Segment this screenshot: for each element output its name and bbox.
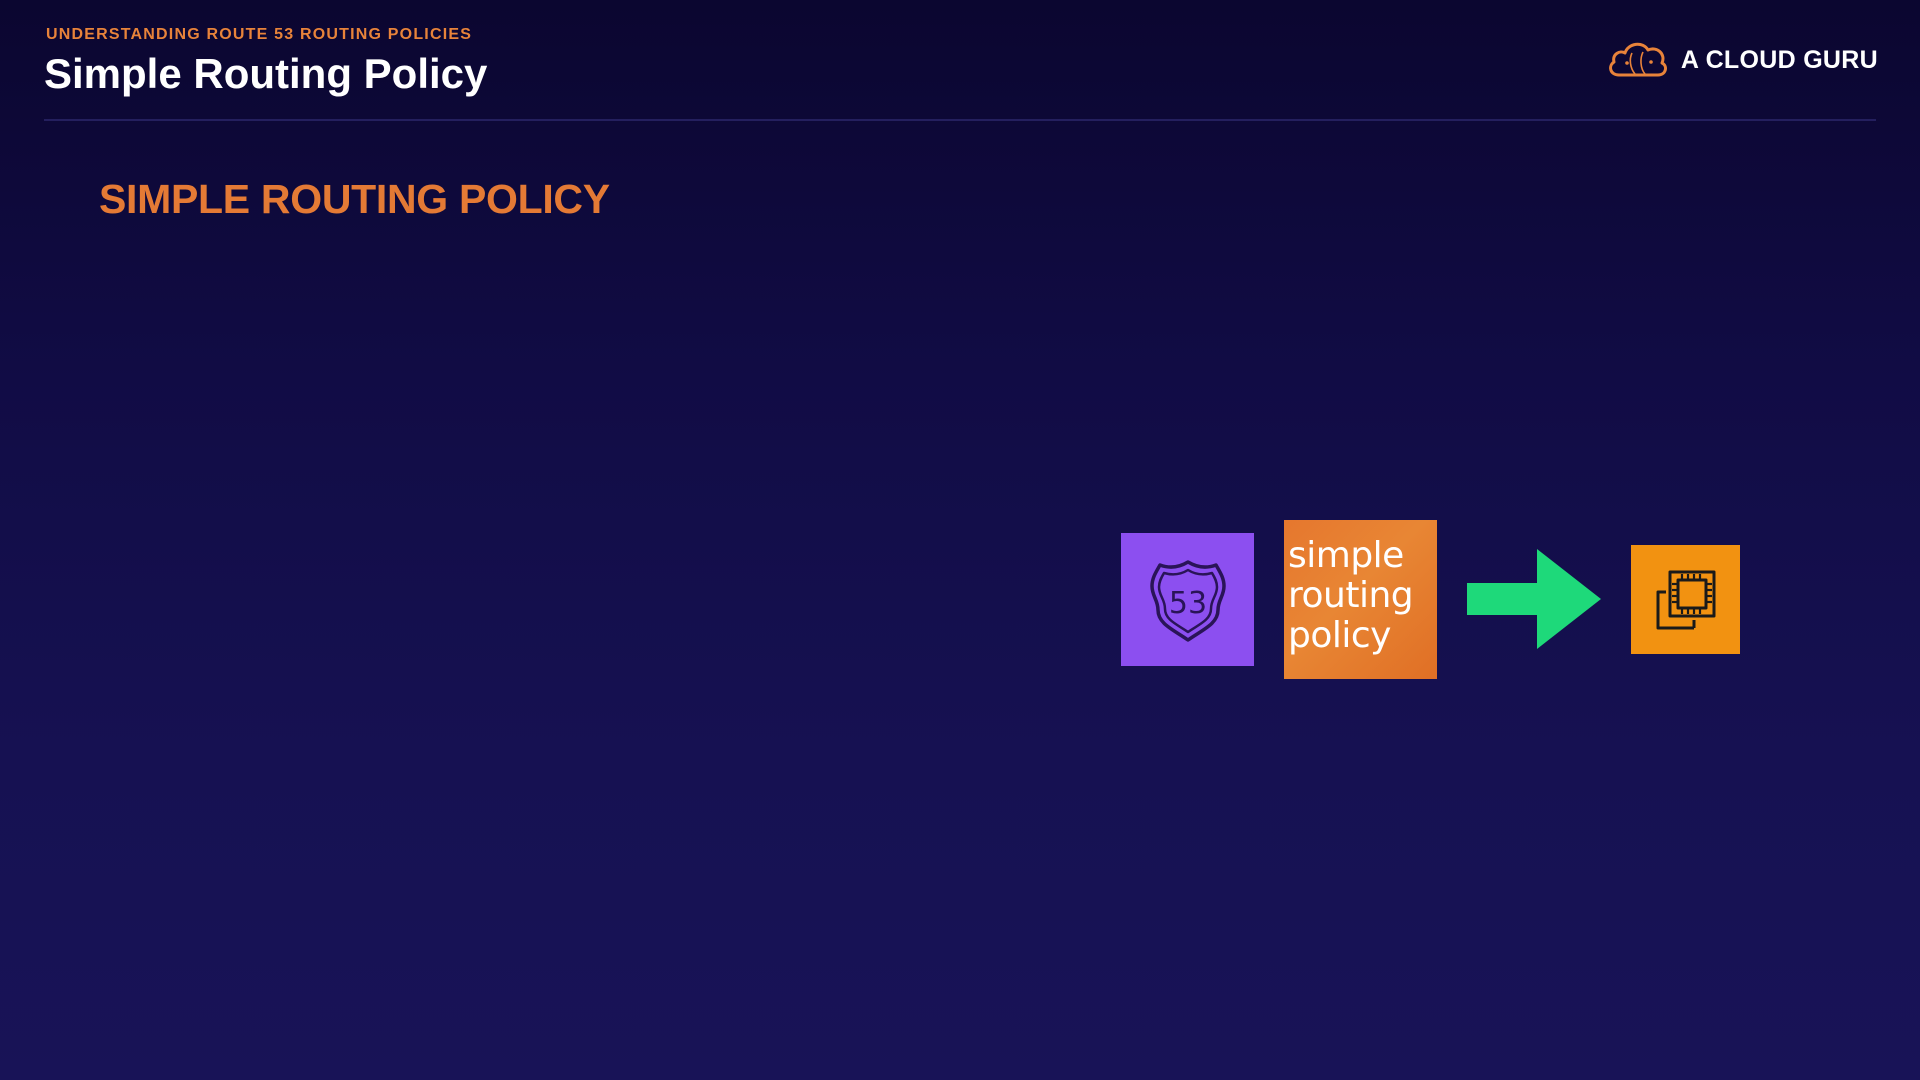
simple-routing-policy-tile: simple routing policy — [1284, 520, 1437, 679]
policy-line-3: policy — [1288, 615, 1391, 656]
header-kicker: UNDERSTANDING ROUTE 53 ROUTING POLICIES — [46, 26, 473, 43]
brand: A CLOUD GURU — [1605, 36, 1878, 84]
page-title: Simple Routing Policy — [44, 50, 488, 97]
route53-shield-icon: 53 — [1149, 559, 1226, 642]
ec2-tile — [1631, 545, 1740, 654]
brand-name: A CLOUD GURU — [1680, 45, 1878, 74]
policy-line-2: routing — [1288, 575, 1414, 616]
arrow-right-icon — [1467, 549, 1601, 649]
route53-tile: 53 — [1121, 533, 1254, 666]
route53-label: 53 — [1168, 586, 1206, 621]
cloud-logo-icon — [1608, 42, 1667, 77]
policy-line-1: simple — [1288, 535, 1404, 576]
ec2-instance-icon — [1656, 570, 1715, 629]
section-heading: SIMPLE ROUTING POLICY — [99, 176, 610, 222]
header-divider — [44, 119, 1876, 121]
